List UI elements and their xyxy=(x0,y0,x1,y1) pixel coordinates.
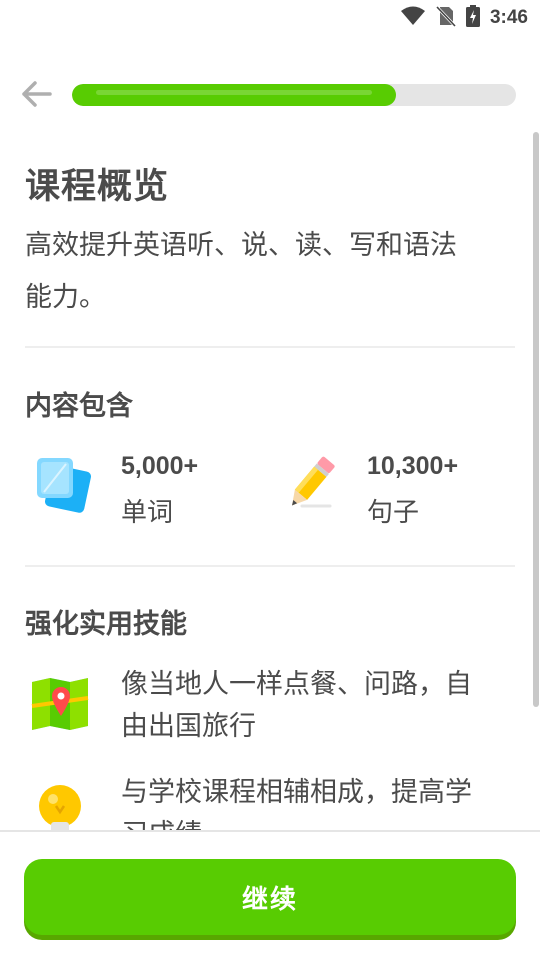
skill-travel-line-1: 像当地人一样点餐、问路，自 xyxy=(121,669,472,700)
divider xyxy=(25,565,515,567)
course-description: 高效提升英语听、说、读、写和语法 能力。 xyxy=(25,220,505,324)
sentences-label: 句子 xyxy=(367,498,420,528)
flashcards-icon xyxy=(34,456,92,518)
skills-heading: 强化实用技能 xyxy=(25,609,187,640)
map-pin-icon xyxy=(30,676,90,736)
sentences-count: 10,300+ xyxy=(367,452,459,480)
status-icons: 3:46 xyxy=(400,5,528,31)
back-button[interactable] xyxy=(18,80,54,112)
header xyxy=(0,78,540,114)
continue-button[interactable]: 继续 xyxy=(24,859,516,935)
progress-fill xyxy=(72,84,397,106)
arrow-left-icon xyxy=(20,80,52,112)
skill-school-line-2: 习成绩 xyxy=(121,814,511,830)
lightbulb-icon xyxy=(36,784,84,830)
progress-bar xyxy=(72,84,516,106)
skill-travel-line-2: 由出国旅行 xyxy=(121,711,256,742)
divider xyxy=(25,346,515,348)
skill-school-text: 与学校课程相辅相成，提高学 习成绩 xyxy=(121,772,511,830)
status-time: 3:46 xyxy=(489,7,528,28)
page-title: 课程概览 xyxy=(25,167,170,207)
course-description-line-2: 能力。 xyxy=(25,282,106,313)
words-count: 5,000+ xyxy=(121,452,199,480)
battery-charging-icon xyxy=(465,5,480,31)
course-overview-screen: 3:46 课程概览 高效提升英语听、说、读、写和语法 能力。 内容包含 5,00… xyxy=(0,0,540,960)
no-sim-icon xyxy=(435,5,457,31)
pencil-icon xyxy=(280,456,338,518)
progress-shine xyxy=(96,90,373,95)
skill-travel-text: 像当地人一样点餐、问路，自 由出国旅行 xyxy=(121,664,511,748)
wifi-icon xyxy=(400,6,426,30)
content-scroll-area[interactable]: 课程概览 高效提升英语听、说、读、写和语法 能力。 内容包含 5,000+ 单词 xyxy=(0,130,540,830)
words-label: 单词 xyxy=(121,498,174,528)
continue-button-label: 继续 xyxy=(241,884,298,915)
scrollbar[interactable] xyxy=(533,132,539,707)
status-bar: 3:46 xyxy=(0,0,540,36)
skill-school-line-1: 与学校课程相辅相成，提高学 xyxy=(121,777,472,808)
course-description-line-1: 高效提升英语听、说、读、写和语法 xyxy=(25,230,457,261)
bottom-action-bar: 继续 xyxy=(0,830,540,960)
contents-heading: 内容包含 xyxy=(25,391,133,422)
